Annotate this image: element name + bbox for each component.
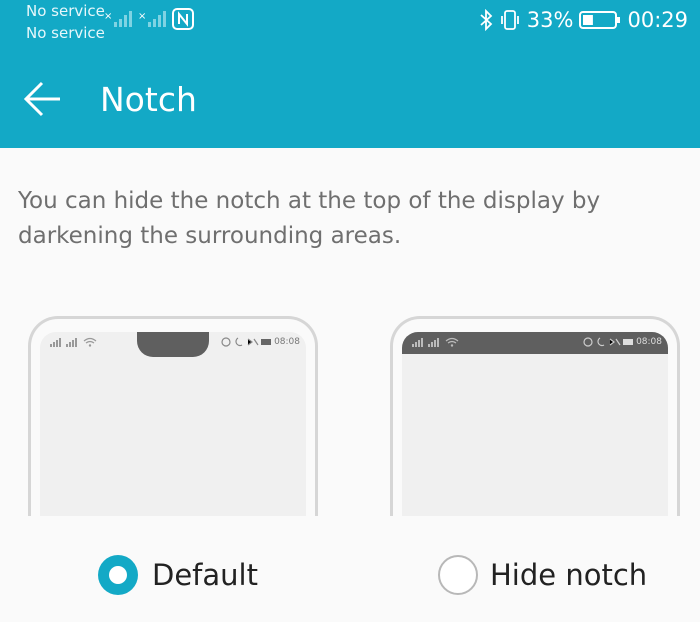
preview-status-bar: 08:08: [402, 336, 668, 350]
nfc-icon: [172, 8, 194, 30]
preview-time: 08:08: [636, 337, 662, 347]
status-icons-left: × ×: [104, 8, 194, 30]
back-button[interactable]: [20, 76, 66, 122]
status-bar-right: 33% 00:29: [479, 8, 688, 32]
bluetooth-icon: [480, 9, 493, 31]
description-text: You can hide the notch at the top of the…: [18, 188, 601, 249]
sim1-status: No service: [26, 2, 105, 20]
preview-time: 08:08: [274, 337, 300, 347]
preview-status-bar: 08:08: [40, 336, 306, 350]
signal-icon-2: ×: [138, 11, 166, 27]
battery-icon: [579, 11, 621, 29]
preview-screen: 08:08: [402, 332, 668, 516]
page-title: Notch: [100, 80, 197, 119]
default-preview[interactable]: 08:08: [28, 316, 318, 516]
preview-signal-icon: [50, 337, 97, 347]
preview-screen: 08:08: [40, 332, 306, 516]
hide-notch-preview[interactable]: 08:08: [390, 316, 680, 516]
radio-dot: [109, 566, 127, 584]
vibrate-icon: [500, 10, 519, 30]
back-arrow-icon: [23, 81, 60, 117]
preview-icons: [583, 337, 634, 347]
svg-text:×: ×: [138, 11, 146, 22]
preview-status-right: 08:08: [221, 336, 300, 348]
signal-icon: ×: [104, 11, 132, 27]
hide-notch-option-label[interactable]: Hide notch: [490, 555, 647, 595]
preview-status-right: 08:08: [583, 336, 662, 348]
default-option-label[interactable]: Default: [152, 555, 258, 595]
svg-text:×: ×: [104, 11, 112, 22]
battery-percent: 33%: [526, 8, 574, 32]
default-radio[interactable]: [98, 555, 138, 595]
hide-notch-radio[interactable]: [438, 555, 478, 595]
sim2-status: No service: [26, 24, 105, 42]
preview-icons: [221, 337, 272, 347]
app-header: No service No service × × 33% 00:29 Notc…: [0, 0, 700, 148]
status-time: 00:29: [627, 8, 688, 32]
status-bar-left: No service No service: [26, 0, 105, 44]
preview-signal-icon: [412, 337, 459, 347]
